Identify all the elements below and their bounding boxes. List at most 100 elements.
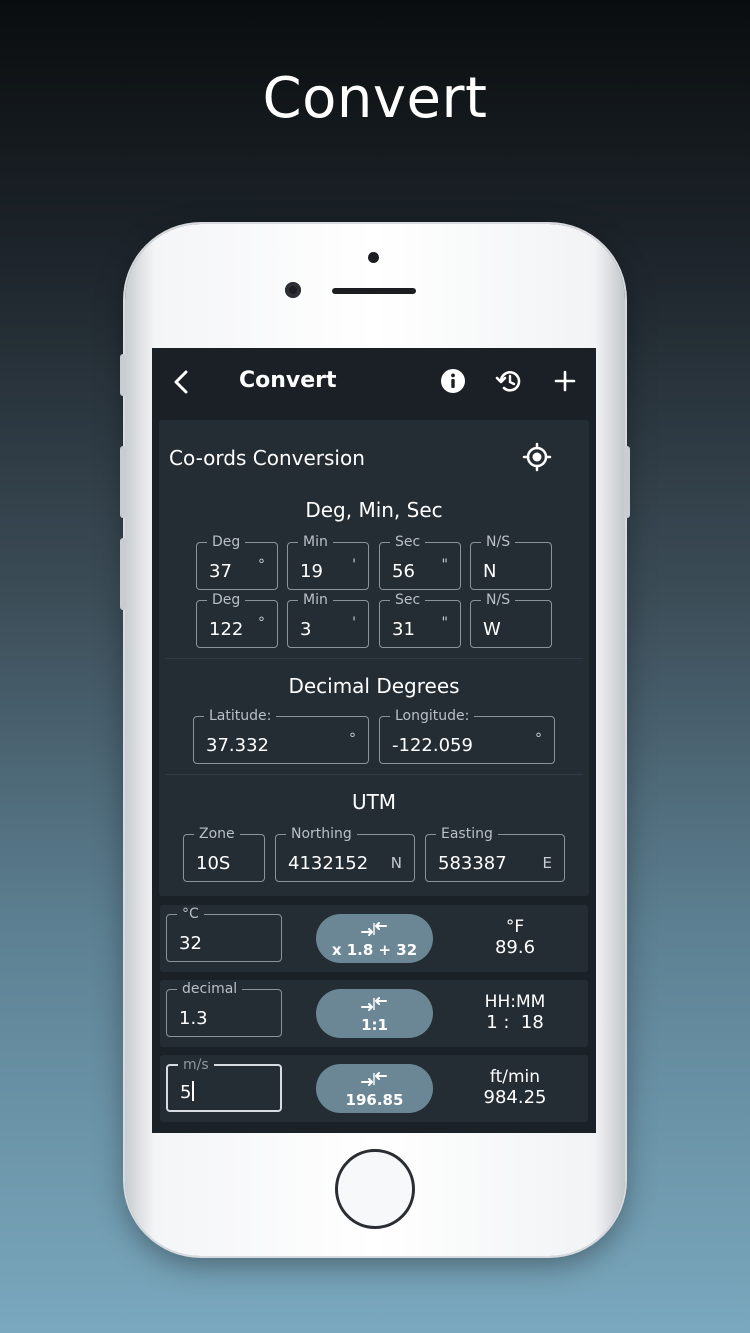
field-value: 37.332 (206, 735, 269, 756)
earpiece-speaker (332, 288, 416, 294)
convert-button[interactable]: x 1.8 + 32 (316, 914, 433, 963)
field-label: Sec (390, 591, 426, 609)
time-converter: decimal 1.3 1:1 HH:MM 1 : 18 (160, 980, 588, 1047)
conversion-formula: x 1.8 + 32 (331, 941, 418, 959)
utm-northing-field[interactable]: Northing 4132152 N (275, 825, 415, 882)
field-value: 19 (300, 561, 323, 582)
ms-input[interactable]: m/s 5 (166, 1056, 282, 1112)
output-value: 984.25 (483, 1087, 547, 1108)
field-label: Longitude: (390, 707, 475, 725)
lat-sec-field[interactable]: Sec 56 " (379, 533, 461, 590)
ftmin-output: ft/min 984.25 (450, 1067, 580, 1109)
field-unit: E (542, 854, 552, 872)
field-value: 1.3 (179, 1008, 208, 1029)
screen-title: Convert (239, 368, 337, 393)
app-screen: Convert Co-ords Conversion Deg, Min, Sec… (152, 348, 596, 1133)
coords-card: Co-ords Conversion Deg, Min, Sec Deg 37 … (159, 420, 589, 896)
celsius-input[interactable]: °C 32 (166, 905, 282, 962)
swap-arrows-icon (361, 1072, 387, 1086)
field-value: 56 (392, 561, 415, 582)
field-unit: ° (535, 731, 542, 747)
temperature-converter: °C 32 x 1.8 + 32 °F 89.6 (160, 905, 588, 972)
top-app-bar: Convert (152, 348, 596, 416)
output-unit: HH:MM (484, 992, 546, 1012)
lat-min-field[interactable]: Min 19 ' (287, 533, 369, 590)
power-button (624, 446, 630, 518)
field-unit: ' (352, 615, 356, 631)
info-icon[interactable] (440, 368, 466, 394)
field-label: Deg (207, 591, 246, 609)
dms-title: Deg, Min, Sec (305, 498, 443, 522)
plus-icon[interactable] (552, 368, 578, 394)
field-label: Sec (390, 533, 426, 551)
field-value: 583387 (438, 853, 507, 874)
output-unit: ft/min (489, 1067, 541, 1087)
lon-dir-field[interactable]: N/S W (470, 591, 552, 648)
home-button[interactable] (335, 1149, 415, 1229)
field-label: °C (177, 905, 204, 923)
latitude-field[interactable]: Latitude: 37.332 ° (193, 707, 369, 764)
field-label: decimal (177, 980, 243, 998)
mute-switch (120, 354, 126, 396)
utm-easting-field[interactable]: Easting 583387 E (425, 825, 565, 882)
text-cursor (192, 1081, 194, 1101)
field-value: 37 (209, 561, 232, 582)
conversion-formula: 1:1 (361, 1016, 388, 1034)
phone-frame: Convert Co-ords Conversion Deg, Min, Sec… (120, 224, 630, 1256)
utm-zone-field[interactable]: Zone 10S (183, 825, 265, 882)
field-label: Easting (436, 825, 498, 843)
back-chevron-icon[interactable] (168, 366, 196, 398)
decimal-title: Decimal Degrees (288, 674, 460, 698)
field-label: Min (298, 591, 333, 609)
volume-up-button (120, 446, 126, 518)
speed-converter: m/s 5 196.85 ft/min 984.25 (160, 1055, 588, 1122)
front-camera (285, 282, 301, 298)
hhmm-output: HH:MM 1 : 18 (450, 992, 580, 1034)
lon-min-field[interactable]: Min 3 ' (287, 591, 369, 648)
field-unit: " (441, 615, 448, 631)
lat-deg-field[interactable]: Deg 37 ° (196, 533, 278, 590)
field-label: Northing (286, 825, 357, 843)
field-value: -122.059 (392, 735, 473, 756)
lat-dir-field[interactable]: N/S N (470, 533, 552, 590)
field-value: 122 (209, 619, 244, 640)
output-value: 89.6 (494, 937, 536, 958)
output-value: 1 : 18 (486, 1012, 544, 1033)
proximity-sensor (368, 252, 379, 263)
volume-down-button (120, 538, 126, 610)
swap-arrows-icon (361, 922, 387, 936)
longitude-field[interactable]: Longitude: -122.059 ° (379, 707, 555, 764)
card-title: Co-ords Conversion (169, 446, 365, 470)
convert-button[interactable]: 196.85 (316, 1064, 433, 1113)
field-value: 32 (179, 933, 202, 954)
field-label: Zone (194, 825, 240, 843)
field-value: N (483, 561, 497, 582)
field-unit: ' (352, 557, 356, 573)
field-unit: ° (258, 615, 265, 631)
field-value: 4132152 (288, 853, 369, 874)
field-value: 5 (180, 1081, 194, 1103)
history-icon[interactable] (495, 367, 523, 395)
decimal-input[interactable]: decimal 1.3 (166, 980, 282, 1037)
field-unit: N (390, 854, 402, 872)
field-unit: ° (349, 731, 356, 747)
lon-sec-field[interactable]: Sec 31 " (379, 591, 461, 648)
lon-deg-field[interactable]: Deg 122 ° (196, 591, 278, 648)
convert-button[interactable]: 1:1 (316, 989, 433, 1038)
output-unit: °F (505, 917, 525, 937)
field-value: 10S (196, 853, 231, 874)
field-label: Min (298, 533, 333, 551)
field-value-text: 5 (180, 1082, 192, 1103)
field-value: 31 (392, 619, 415, 640)
section-divider (165, 774, 583, 775)
field-label: N/S (481, 533, 516, 551)
headline: Convert (262, 66, 488, 131)
locate-icon[interactable] (522, 442, 552, 472)
swap-arrows-icon (361, 997, 387, 1011)
field-label: N/S (481, 591, 516, 609)
field-label: m/s (178, 1056, 214, 1074)
fahrenheit-output: °F 89.6 (450, 917, 580, 959)
conversion-formula: 196.85 (345, 1091, 404, 1109)
field-value: W (483, 619, 501, 640)
field-unit: ° (258, 557, 265, 573)
